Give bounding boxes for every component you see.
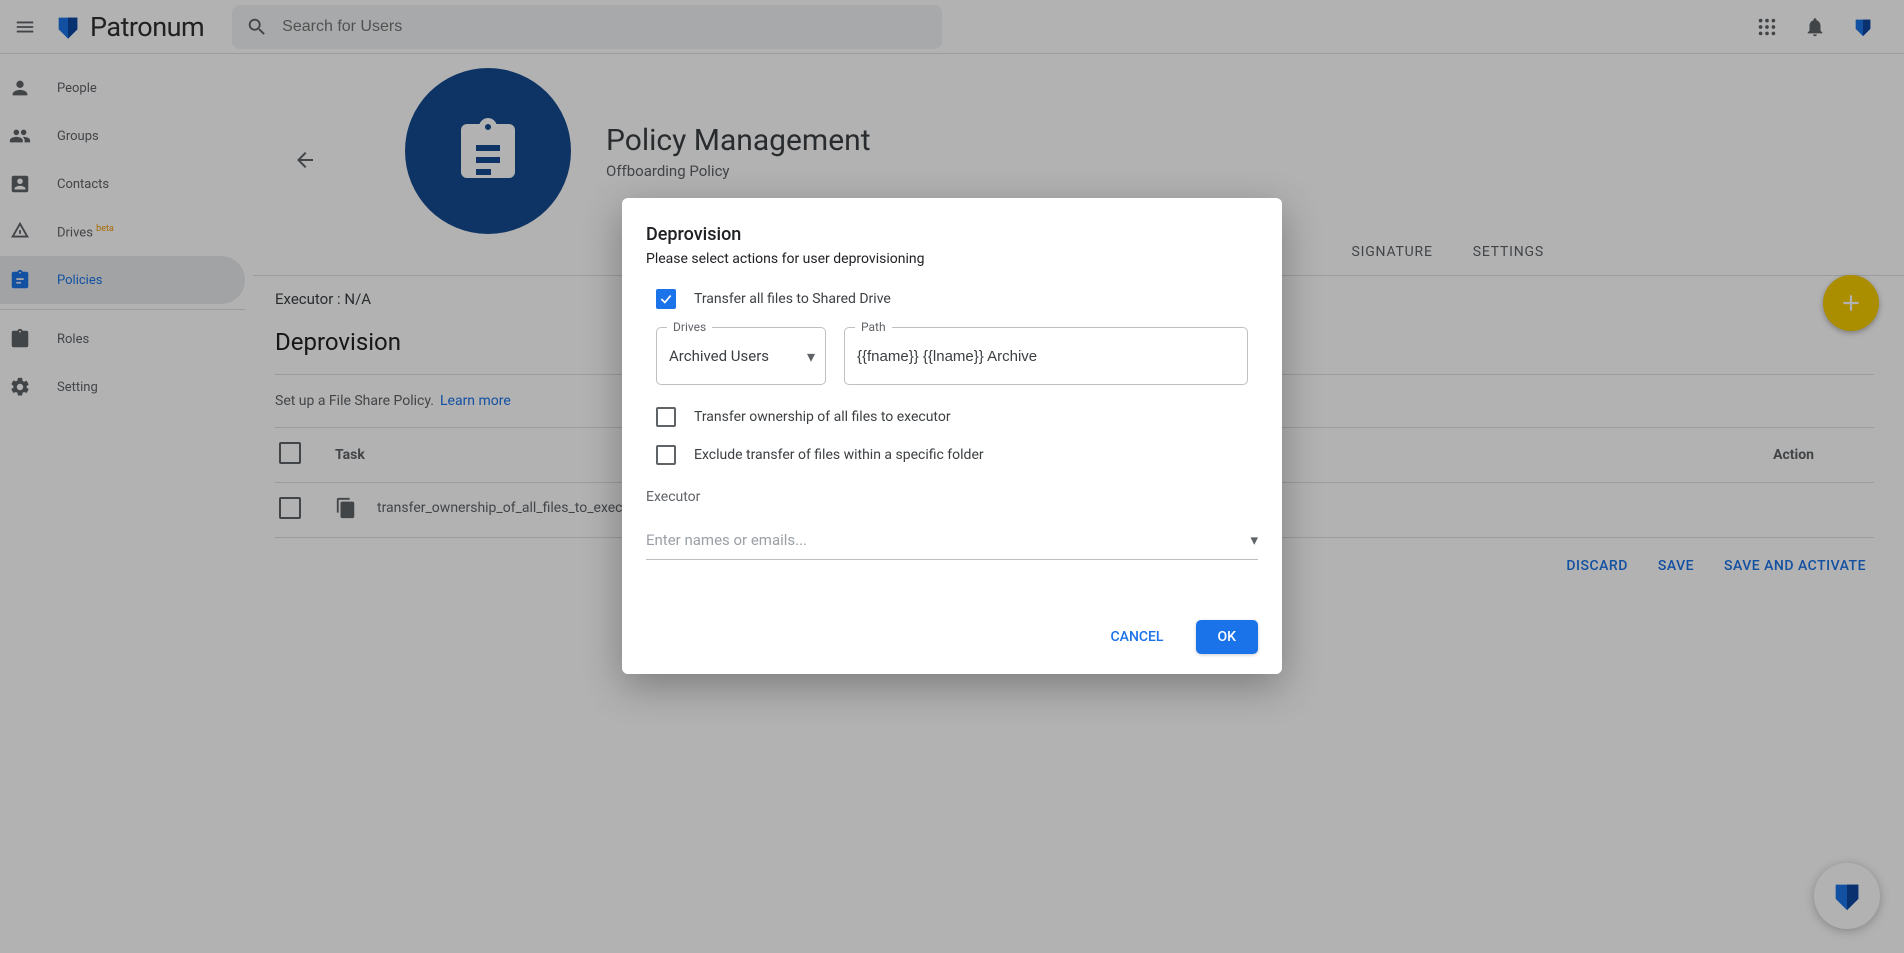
executor-placeholder: Enter names or emails... [646, 531, 807, 549]
modal-cancel-button[interactable]: CANCEL [1095, 620, 1180, 654]
dropdown-arrow-icon: ▾ [1250, 531, 1258, 549]
field-label: Drives [667, 320, 712, 334]
modal-ok-button[interactable]: OK [1196, 620, 1259, 654]
executor-label: Executor [646, 489, 1258, 505]
checkbox-unchecked[interactable] [656, 407, 676, 427]
option-label: Transfer all files to Shared Drive [694, 291, 891, 307]
dropdown-arrow-icon: ▾ [807, 347, 815, 366]
option-transfer-shared[interactable]: Transfer all files to Shared Drive [656, 289, 1258, 309]
checkbox-unchecked[interactable] [656, 445, 676, 465]
path-input[interactable] [857, 348, 1235, 365]
modal-title: Deprovision [646, 224, 1258, 245]
option-label: Exclude transfer of files within a speci… [694, 447, 984, 463]
modal-overlay[interactable]: Deprovision Please select actions for us… [0, 0, 1904, 953]
field-label: Path [855, 320, 892, 334]
executor-input[interactable]: Enter names or emails... ▾ [646, 521, 1258, 560]
option-exclude-folder[interactable]: Exclude transfer of files within a speci… [656, 445, 1258, 465]
drives-select[interactable]: Drives Archived Users ▾ [656, 327, 826, 385]
path-field[interactable]: Path [844, 327, 1248, 385]
checkbox-checked-icon[interactable] [656, 289, 676, 309]
deprovision-modal: Deprovision Please select actions for us… [622, 198, 1282, 674]
modal-subtitle: Please select actions for user deprovisi… [646, 251, 1258, 267]
option-transfer-executor[interactable]: Transfer ownership of all files to execu… [656, 407, 1258, 427]
option-label: Transfer ownership of all files to execu… [694, 409, 951, 425]
drives-value: Archived Users [669, 347, 813, 365]
